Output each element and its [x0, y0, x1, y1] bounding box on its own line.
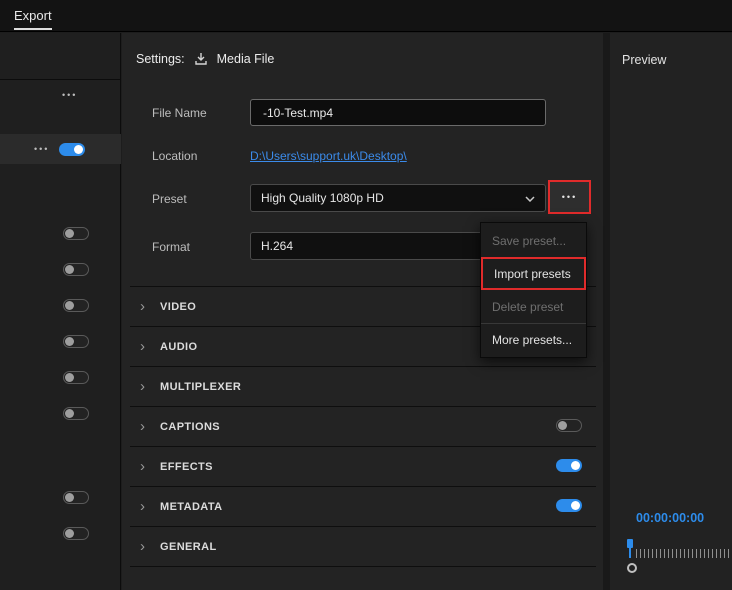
format-label: Format: [152, 240, 190, 254]
preset-value: High Quality 1080p HD: [261, 191, 384, 205]
captions-toggle[interactable]: [556, 419, 582, 432]
chevron-right-icon: ›: [140, 299, 152, 314]
file-name-label: File Name: [152, 106, 207, 120]
settings-header: Settings: Media File: [136, 51, 274, 67]
menu-item-more-presets[interactable]: More presets...: [481, 323, 586, 356]
metadata-toggle[interactable]: [556, 499, 582, 512]
timecode[interactable]: 00:00:00:00: [636, 511, 704, 525]
more-options-icon[interactable]: •••: [34, 144, 49, 154]
location-link[interactable]: D:\Users\support.uk\Desktop\: [250, 149, 407, 163]
section-captions[interactable]: › CAPTIONS: [130, 406, 596, 446]
preset-dropdown[interactable]: High Quality 1080p HD: [250, 184, 546, 212]
export-settings-panel: Settings: Media File File Name Location …: [122, 33, 603, 590]
preset-label: Preset: [152, 192, 187, 206]
chevron-right-icon: ›: [140, 459, 152, 474]
destination-toggle[interactable]: [63, 371, 89, 384]
preview-title: Preview: [622, 53, 666, 67]
media-file-label: Media File: [217, 52, 275, 66]
section-effects[interactable]: › EFFECTS: [130, 446, 596, 486]
format-value: H.264: [261, 239, 293, 253]
destination-toggle[interactable]: [63, 335, 89, 348]
destination-row-active[interactable]: •••: [0, 134, 121, 164]
effects-toggle[interactable]: [556, 459, 582, 472]
destination-toggle[interactable]: [59, 143, 85, 156]
preset-more-options-button[interactable]: •••: [548, 180, 591, 214]
zoom-handle-icon[interactable]: [627, 563, 637, 573]
destinations-sidebar: ••• •••: [0, 33, 121, 590]
more-options-icon[interactable]: •••: [62, 90, 77, 100]
section-metadata[interactable]: › METADATA: [130, 486, 596, 526]
chevron-down-icon: [525, 191, 535, 205]
preset-menu: Save preset... Import presets Delete pre…: [480, 222, 587, 358]
divider: [130, 566, 596, 567]
chevron-right-icon: ›: [140, 539, 152, 554]
destination-toggle[interactable]: [63, 527, 89, 540]
destination-toggle[interactable]: [63, 227, 89, 240]
menu-item-save-preset: Save preset...: [481, 224, 586, 257]
chevron-right-icon: ›: [140, 419, 152, 434]
destination-toggle[interactable]: [63, 263, 89, 276]
top-bar: Export: [0, 0, 732, 32]
menu-item-delete-preset: Delete preset: [481, 290, 586, 323]
preview-panel: Preview 00:00:00:00: [610, 33, 732, 590]
section-multiplexer[interactable]: › MULTIPLEXER: [130, 366, 596, 406]
sidebar-header: [0, 33, 120, 80]
section-general[interactable]: › GENERAL: [130, 526, 596, 566]
menu-item-import-presets[interactable]: Import presets: [481, 257, 586, 290]
tab-export[interactable]: Export: [14, 8, 52, 30]
chevron-right-icon: ›: [140, 499, 152, 514]
media-file-icon: [193, 51, 209, 67]
file-name-input[interactable]: [250, 99, 546, 126]
playhead[interactable]: [627, 539, 633, 548]
destination-toggle[interactable]: [63, 299, 89, 312]
settings-label: Settings:: [136, 52, 185, 66]
timeline-ruler[interactable]: [636, 549, 732, 558]
location-label: Location: [152, 149, 197, 163]
panel-divider: [603, 33, 610, 590]
destination-toggle[interactable]: [63, 407, 89, 420]
chevron-right-icon: ›: [140, 339, 152, 354]
destination-toggle[interactable]: [63, 491, 89, 504]
more-options-icon: •••: [562, 192, 577, 202]
chevron-right-icon: ›: [140, 379, 152, 394]
